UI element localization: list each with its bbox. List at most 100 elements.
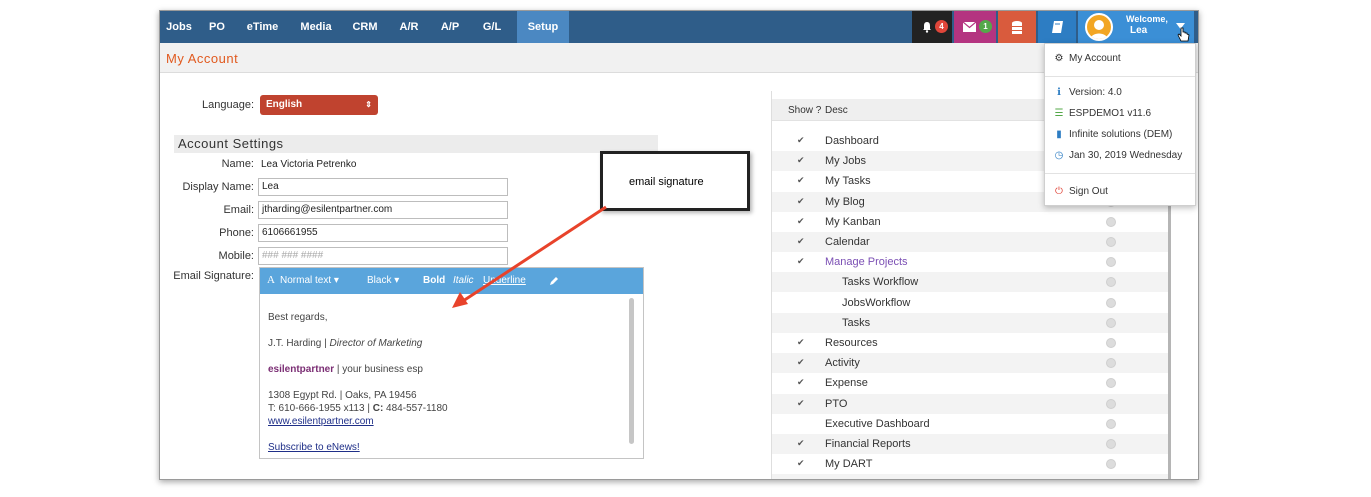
- page-title: My Account: [166, 51, 239, 66]
- default-radio[interactable]: [1106, 297, 1116, 308]
- email-label: Email:: [223, 204, 254, 216]
- default-radio[interactable]: [1106, 459, 1116, 470]
- top-navigation: Jobs PO eTime Media CRM A/R A/P G/L Setu…: [160, 11, 1198, 43]
- menu-my-account[interactable]: ⚙ My Account: [1053, 53, 1121, 64]
- panel-row: ✔ Manage Projects: [772, 252, 1170, 272]
- signature-website-link[interactable]: www.esilentpartner.com: [268, 416, 374, 427]
- default-radio[interactable]: [1106, 439, 1116, 449]
- panel-row-label: Financial Reports: [825, 438, 911, 450]
- signature-brand-line: esilentpartner | your business esp: [268, 364, 423, 375]
- show-checkbox[interactable]: ✔: [797, 175, 805, 186]
- database-button[interactable]: [998, 11, 1036, 43]
- nav-jobs[interactable]: Jobs: [160, 11, 198, 43]
- user-menu-button[interactable]: Welcome, Lea: [1078, 11, 1194, 43]
- show-column-header: Show ?: [788, 105, 822, 116]
- select-arrows-icon: ⇕: [365, 100, 372, 109]
- show-checkbox[interactable]: ✔: [797, 256, 805, 267]
- show-checkbox[interactable]: ✔: [797, 438, 805, 449]
- default-radio[interactable]: [1106, 277, 1116, 288]
- signature-address: 1308 Egypt Rd. | Oaks, PA 19456: [268, 390, 417, 401]
- nav-etime[interactable]: eTime: [240, 11, 285, 43]
- nav-gl[interactable]: G/L: [475, 11, 509, 43]
- show-checkbox[interactable]: ✔: [797, 135, 805, 146]
- default-radio[interactable]: [1106, 237, 1116, 247]
- default-radio[interactable]: [1106, 317, 1116, 328]
- signature-name: J.T. Harding |: [268, 338, 330, 349]
- help-book-button[interactable]: [1038, 11, 1076, 43]
- show-checkbox[interactable]: ✔: [797, 196, 805, 207]
- panel-row-label: Dashboard: [825, 135, 879, 147]
- panel-row-label: Executive Dashboard: [825, 417, 930, 430]
- nav-ar[interactable]: A/R: [392, 11, 426, 43]
- building-icon: ▮: [1056, 129, 1062, 140]
- show-checkbox[interactable]: ✔: [797, 377, 805, 388]
- default-radio[interactable]: [1106, 338, 1116, 348]
- text-color-dropdown[interactable]: Black ▾: [367, 275, 399, 286]
- signature-phones: T: 610-666-1955 x113 | C: 484-557-1180: [268, 403, 448, 414]
- messages-button[interactable]: 1: [954, 11, 996, 43]
- desc-column-header: Desc: [825, 105, 848, 116]
- show-checkbox[interactable]: ✔: [797, 216, 805, 227]
- email-signature-label: Email Signature:: [173, 270, 254, 282]
- panel-row: ✔ My DART: [772, 454, 1170, 474]
- panel-row-label: Activity: [825, 357, 860, 370]
- nav-ap[interactable]: A/P: [433, 11, 467, 43]
- panel-row-label[interactable]: Charge Entry: [825, 478, 890, 479]
- hand-cursor-icon: [1177, 27, 1190, 42]
- info-icon: ℹ: [1057, 87, 1061, 98]
- text-style-dropdown[interactable]: Normal text ▾: [280, 275, 339, 286]
- panel-row: Tasks: [772, 312, 1170, 333]
- show-checkbox[interactable]: ✔: [797, 357, 805, 368]
- signature-name-line: J.T. Harding | Director of Marketing: [268, 338, 422, 349]
- default-radio[interactable]: [1106, 418, 1116, 429]
- nav-po[interactable]: PO: [202, 11, 232, 43]
- show-checkbox[interactable]: ✔: [797, 155, 805, 166]
- nav-crm[interactable]: CRM: [346, 11, 384, 43]
- language-select[interactable]: English ⇕: [260, 95, 378, 115]
- welcome-label: Welcome,: [1126, 14, 1168, 24]
- nav-setup[interactable]: Setup: [517, 11, 569, 43]
- signature-subscribe-link[interactable]: Subscribe to eNews!: [268, 442, 360, 453]
- signature-tagline: | your business esp: [334, 364, 423, 375]
- notifications-button[interactable]: 4: [912, 11, 952, 43]
- signature-greeting: Best regards,: [268, 312, 328, 323]
- account-settings-title: Account Settings: [174, 135, 658, 153]
- clock-icon: ◷: [1054, 150, 1064, 161]
- avatar: [1085, 13, 1113, 41]
- gear-icon: ⚙: [1054, 53, 1064, 64]
- default-radio[interactable]: [1106, 378, 1116, 389]
- text-style-icon: A: [267, 274, 275, 286]
- mobile-label: Mobile:: [218, 250, 254, 262]
- database-icon: [1012, 21, 1022, 34]
- menu-divider: [1045, 173, 1195, 174]
- name-label: Name:: [221, 158, 254, 170]
- panel-row-label: Tasks: [842, 316, 871, 329]
- signature-brand: esilentpartner: [268, 364, 335, 375]
- show-checkbox[interactable]: ✔: [797, 236, 805, 247]
- show-checkbox[interactable]: ✔: [797, 458, 805, 469]
- panel-row: ✔ Resources: [772, 333, 1170, 353]
- panel-row-label: Expense: [825, 377, 868, 390]
- language-value: English: [266, 99, 303, 110]
- show-checkbox[interactable]: ✔: [797, 337, 805, 348]
- panel-row-label: My Jobs: [825, 155, 866, 168]
- default-radio[interactable]: [1106, 398, 1116, 409]
- default-radio[interactable]: [1106, 257, 1116, 268]
- user-name: Lea: [1130, 25, 1148, 36]
- messages-badge: 1: [979, 20, 992, 33]
- signature-phone-t: T: 610-666-1955 x113 |: [268, 403, 373, 414]
- default-radio[interactable]: [1106, 358, 1116, 369]
- menu-version: ℹ Version: 4.0: [1053, 87, 1122, 98]
- notifications-badge: 4: [935, 20, 948, 33]
- panel-row-label: PTO: [825, 397, 848, 410]
- signature-phone-c-label: C:: [372, 403, 384, 414]
- bell-icon: [923, 22, 931, 33]
- name-value: Lea Victoria Petrenko: [261, 159, 357, 170]
- nav-media[interactable]: Media: [293, 11, 339, 43]
- menu-sign-out[interactable]: ⏻ Sign Out: [1053, 186, 1108, 197]
- phone-label: Phone:: [219, 227, 254, 239]
- default-radio[interactable]: [1106, 216, 1116, 227]
- show-checkbox[interactable]: ✔: [797, 398, 805, 409]
- panel-row-label[interactable]: Manage Projects: [825, 256, 908, 268]
- panel-row: ✔ Expense: [772, 373, 1170, 393]
